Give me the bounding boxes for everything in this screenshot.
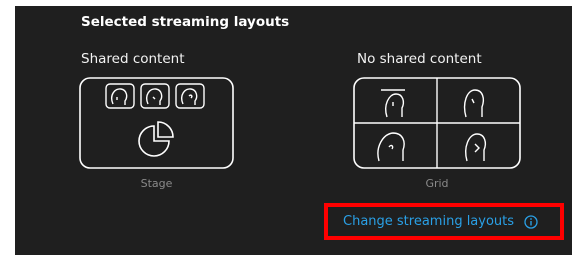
streaming-layouts-panel: Selected streaming layouts Shared conten… (15, 6, 572, 255)
grid-layout-icon (353, 77, 521, 169)
participant-frames (105, 83, 205, 109)
grid-layout-tile[interactable] (353, 77, 521, 169)
section-title: Selected streaming layouts (81, 14, 290, 30)
stage-layout-tile[interactable] (79, 77, 234, 169)
pie-chart-icon (138, 121, 174, 157)
no-shared-content-label: No shared content (357, 51, 482, 67)
grid-caption: Grid (425, 177, 449, 190)
info-icon[interactable] (524, 214, 538, 229)
stage-layout-icon (79, 77, 234, 169)
shared-content-label: Shared content (81, 51, 185, 67)
stage-caption: Stage (140, 177, 173, 190)
participant-heads (377, 89, 486, 162)
change-layouts-highlight: Change streaming layouts (324, 203, 564, 240)
change-streaming-layouts-link[interactable]: Change streaming layouts (343, 214, 514, 229)
